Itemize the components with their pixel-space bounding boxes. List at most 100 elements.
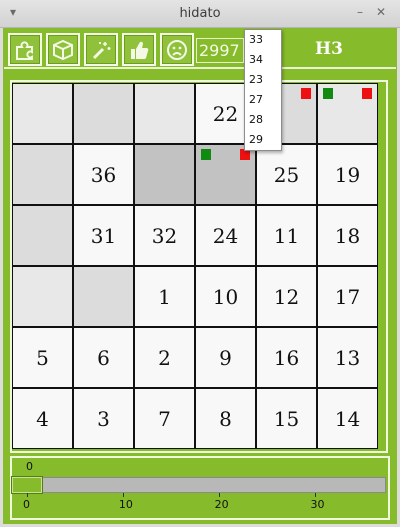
grid-cell[interactable]: 31 xyxy=(74,206,133,265)
grid-cell[interactable]: 17 xyxy=(318,267,377,326)
cell-number: 13 xyxy=(334,345,361,370)
grid-cell[interactable] xyxy=(13,267,72,326)
new-puzzle-button[interactable] xyxy=(8,33,42,66)
slider-tick-mark xyxy=(314,493,316,497)
give-up-button[interactable] xyxy=(160,33,194,66)
red-marker xyxy=(362,88,372,99)
grid-cell[interactable]: 8 xyxy=(196,389,255,448)
green-marker xyxy=(323,88,333,99)
grid-cell[interactable] xyxy=(13,84,72,143)
grid-cell[interactable] xyxy=(13,206,72,265)
cube-icon xyxy=(53,39,73,60)
sad-face-icon xyxy=(167,39,187,60)
window-title: hidato xyxy=(179,6,221,21)
hint-button[interactable] xyxy=(84,33,118,66)
cell-number: 1 xyxy=(158,284,171,309)
slider-value: 0 xyxy=(26,460,33,473)
grid-cell[interactable]: 11 xyxy=(257,206,316,265)
dropdown-option[interactable]: 23 xyxy=(245,70,281,90)
cell-number: 2 xyxy=(158,345,171,370)
dropdown-option[interactable]: 34 xyxy=(245,50,281,70)
grid-cell[interactable]: 3 xyxy=(74,389,133,448)
title-bar: ▾ hidato – ✕ xyxy=(0,0,400,28)
cell-number: 4 xyxy=(36,406,49,431)
number-dropdown[interactable]: 33 34 23 27 28 29 xyxy=(244,29,282,151)
close-icon[interactable]: ✕ xyxy=(376,5,386,19)
cell-number: 3 xyxy=(97,406,110,431)
grid-cell[interactable] xyxy=(13,145,72,204)
grid-cell[interactable]: 14 xyxy=(318,389,377,448)
slider-tick-mark xyxy=(27,493,28,497)
red-marker xyxy=(301,88,311,99)
grid-cell[interactable]: 1 xyxy=(135,267,194,326)
dropdown-option[interactable]: 33 xyxy=(245,30,281,50)
minimize-icon[interactable]: – xyxy=(357,5,363,19)
green-marker xyxy=(201,149,211,160)
dropdown-option[interactable]: 27 xyxy=(245,90,281,110)
cell-number: 22 xyxy=(212,101,239,126)
grid-cell[interactable] xyxy=(74,267,133,326)
cell-number: 12 xyxy=(273,284,300,309)
grid-cell[interactable] xyxy=(318,84,377,143)
cell-number: 18 xyxy=(334,223,361,248)
grid-cell[interactable]: 4 xyxy=(13,389,72,448)
grid-cell[interactable]: 25 xyxy=(257,145,316,204)
grid-cell[interactable]: 7 xyxy=(135,389,194,448)
grid-cell[interactable] xyxy=(196,145,255,204)
grid-cell[interactable]: 9 xyxy=(196,328,255,387)
cell-number: 32 xyxy=(151,223,178,248)
thumbs-up-icon xyxy=(131,41,149,59)
slider-handle[interactable] xyxy=(11,476,43,494)
cell-number: 6 xyxy=(97,345,110,370)
cell-number: 36 xyxy=(90,162,117,187)
level-label: H3 xyxy=(315,39,343,59)
grid-cell[interactable]: 6 xyxy=(74,328,133,387)
cell-number: 17 xyxy=(334,284,361,309)
cell-number: 11 xyxy=(273,223,300,248)
dropdown-option[interactable]: 29 xyxy=(245,130,281,150)
grid-cell[interactable] xyxy=(74,84,133,143)
cell-number: 14 xyxy=(334,406,361,431)
grid-cell[interactable]: 5 xyxy=(13,328,72,387)
score-display: 2997 xyxy=(196,38,244,63)
grid-cell[interactable] xyxy=(135,84,194,143)
cell-number: 7 xyxy=(158,406,171,431)
cell-number: 5 xyxy=(36,345,49,370)
grid-cell[interactable]: 13 xyxy=(318,328,377,387)
cell-number: 24 xyxy=(212,223,239,248)
grid-cell[interactable]: 10 xyxy=(196,267,255,326)
grid-cell[interactable]: 18 xyxy=(318,206,377,265)
grid-cell[interactable]: 16 xyxy=(257,328,316,387)
puzzle-piece-icon xyxy=(16,40,33,60)
slider-tick-label: 0 xyxy=(23,498,30,511)
slider-tick-mark xyxy=(218,493,220,497)
cell-number: 16 xyxy=(273,345,300,370)
cell-number: 9 xyxy=(219,345,232,370)
grid-cell[interactable] xyxy=(135,145,194,204)
cell-number: 31 xyxy=(90,223,117,248)
slider-tick-mark xyxy=(122,493,124,497)
slider-tick-label: 10 xyxy=(118,498,133,511)
cell-number: 15 xyxy=(273,406,300,431)
grid-cell[interactable]: 24 xyxy=(196,206,255,265)
slider-tick-label: 20 xyxy=(214,498,229,511)
grid-cell[interactable]: 15 xyxy=(257,389,316,448)
toolbar: 2997 H3 xyxy=(4,29,396,69)
cell-number: 25 xyxy=(273,162,300,187)
grid-cell[interactable]: 32 xyxy=(135,206,194,265)
cell-number: 19 xyxy=(334,162,361,187)
grid-cell[interactable]: 12 xyxy=(257,267,316,326)
load-button[interactable] xyxy=(46,33,80,66)
magic-wand-icon xyxy=(92,41,111,59)
solve-button[interactable] xyxy=(122,33,156,66)
slider-tick-label: 30 xyxy=(310,498,325,511)
hidato-grid: 22 36 25 19 31 32 24 11 18 1 10 12 17 5 6 2 9 16 13 4 3 7 8 15 1… xyxy=(12,83,378,449)
cell-number: 8 xyxy=(219,406,232,431)
cell-number: 10 xyxy=(212,284,239,309)
grid-cell[interactable]: 36 xyxy=(74,145,133,204)
slider-ticks xyxy=(13,493,386,498)
grid-cell[interactable]: 2 xyxy=(135,328,194,387)
slider-track[interactable] xyxy=(13,477,386,493)
grid-cell[interactable]: 19 xyxy=(318,145,377,204)
dropdown-option[interactable]: 28 xyxy=(245,110,281,130)
